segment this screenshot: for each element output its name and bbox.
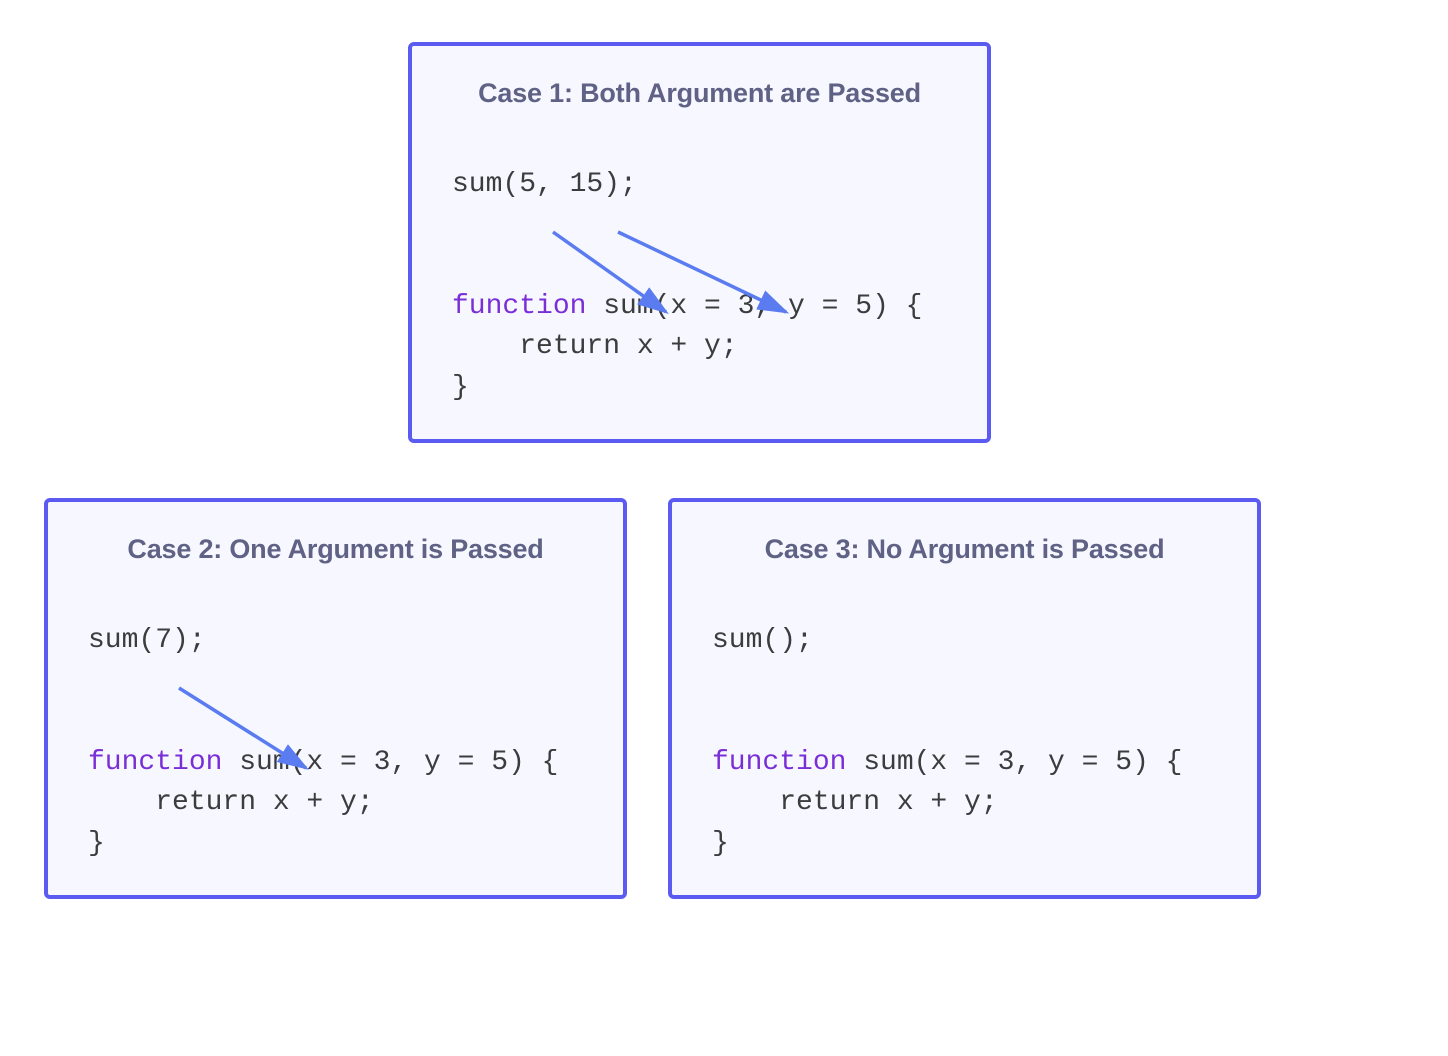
case-2-card: Case 2: One Argument is Passed sum(7); f… xyxy=(44,498,627,899)
case-1-keyword: function xyxy=(452,291,586,322)
case-1-call: sum(5, 15); xyxy=(452,169,637,200)
case-3-title: Case 3: No Argument is Passed xyxy=(712,534,1217,565)
case-1-close: } xyxy=(452,372,469,403)
case-1-code: sum(5, 15); function sum(x = 3, y = 5) {… xyxy=(452,165,947,409)
case-3-keyword: function xyxy=(712,747,846,778)
case-1-card: Case 1: Both Argument are Passed sum(5, … xyxy=(408,42,991,443)
case-1-title: Case 1: Both Argument are Passed xyxy=(452,78,947,109)
case-3-body: return x + y; xyxy=(712,787,998,818)
case-2-sig: sum(x = 3, y = 5) { xyxy=(222,747,558,778)
case-2-keyword: function xyxy=(88,747,222,778)
case-3-close: } xyxy=(712,828,729,859)
case-1-body: return x + y; xyxy=(452,331,738,362)
case-3-card: Case 3: No Argument is Passed sum(); fun… xyxy=(668,498,1261,899)
case-3-call: sum(); xyxy=(712,625,813,656)
case-3-sig: sum(x = 3, y = 5) { xyxy=(846,747,1182,778)
case-3-code: sum(); function sum(x = 3, y = 5) { retu… xyxy=(712,621,1217,865)
case-1-sig: sum(x = 3, y = 5) { xyxy=(586,291,922,322)
case-2-title: Case 2: One Argument is Passed xyxy=(88,534,583,565)
case-2-body: return x + y; xyxy=(88,787,374,818)
case-2-close: } xyxy=(88,828,105,859)
case-2-call: sum(7); xyxy=(88,625,206,656)
case-2-code: sum(7); function sum(x = 3, y = 5) { ret… xyxy=(88,621,583,865)
